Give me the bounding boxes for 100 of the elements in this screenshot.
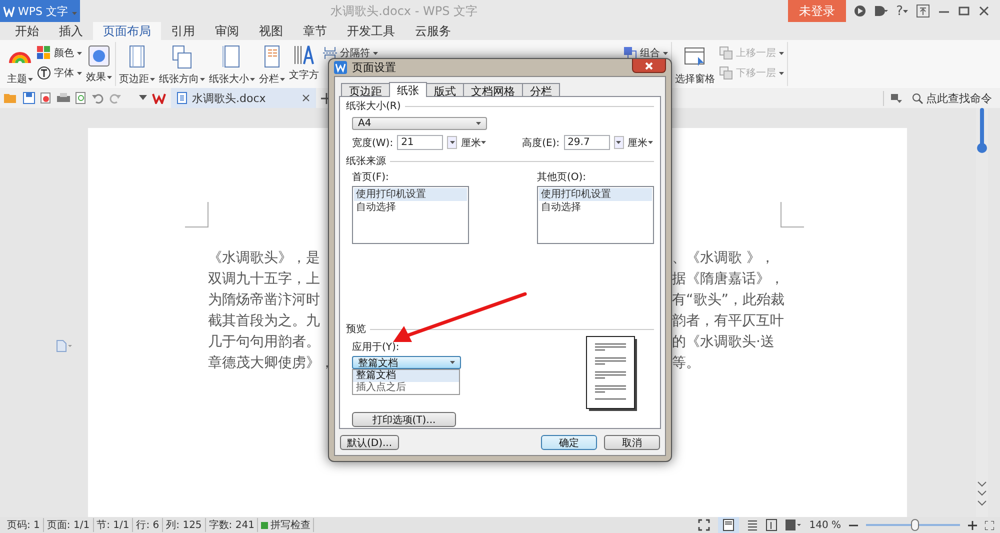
undo-icon[interactable] xyxy=(92,92,104,104)
field-label: 首页(F): xyxy=(352,171,389,184)
status-text: 页面: 1/1 xyxy=(44,518,94,532)
close-icon[interactable] xyxy=(302,94,310,102)
ribbon-tab[interactable]: 引用 xyxy=(161,22,205,40)
app-logo-icon xyxy=(3,5,15,17)
ribbon-tab[interactable]: 章节 xyxy=(293,22,337,40)
dialog-tab[interactable]: 文档网格 xyxy=(463,83,523,96)
reading-view-icon[interactable] xyxy=(766,519,778,531)
list-box[interactable]: 使用打印机设置 自动选择 xyxy=(537,186,654,244)
app-logo-icon[interactable] xyxy=(152,92,166,104)
maximize-icon[interactable] xyxy=(958,5,970,17)
close-icon[interactable] xyxy=(978,5,990,17)
status-text: 行: 6 xyxy=(133,518,164,532)
dialog-tab[interactable]: 分栏 xyxy=(522,83,560,96)
caret-icon[interactable] xyxy=(139,95,147,101)
dialog-button[interactable]: 确定 xyxy=(541,434,597,450)
fullscreen-icon[interactable] xyxy=(985,520,994,530)
ribbon-button[interactable]: 页边距 xyxy=(119,42,155,89)
help-button[interactable]: ? xyxy=(896,4,908,18)
page-icon xyxy=(222,45,242,69)
unit-dropdown[interactable]: 厘米 xyxy=(461,136,486,150)
section-label: 预览 xyxy=(346,323,366,336)
ribbon-button[interactable]: 主题 xyxy=(7,42,33,89)
app-menu-button[interactable]: WPS 文字 xyxy=(0,0,80,22)
page-break-icon xyxy=(323,46,337,60)
list-item[interactable]: 使用打印机设置 xyxy=(354,188,467,201)
ribbon-button[interactable]: 分栏 xyxy=(259,42,285,89)
caret-icon xyxy=(450,361,455,364)
view-button[interactable] xyxy=(718,517,740,533)
dialog-tab[interactable]: 页边距 xyxy=(341,83,390,96)
ribbon-button[interactable]: 分隔符 xyxy=(323,46,378,60)
status-text: 页码: 1 xyxy=(4,518,44,532)
corner-mark xyxy=(780,202,804,228)
dropdown-option[interactable]: 整篇文档 xyxy=(353,370,459,382)
export-icon[interactable] xyxy=(40,92,52,104)
ribbon-tab[interactable]: 插入 xyxy=(49,22,93,40)
ribbon-button[interactable]: 纸张大小 xyxy=(209,42,255,89)
filter-icon[interactable] xyxy=(890,92,902,104)
document-text: 《水调歌头》，是 xyxy=(208,249,320,268)
ribbon-button[interactable]: 颜色 xyxy=(37,46,82,60)
circled-t-icon xyxy=(37,66,51,80)
document-text: 、《水调歌 》， xyxy=(672,249,774,268)
ribbon-button[interactable]: 效果 xyxy=(86,42,112,87)
dialog-button[interactable]: 默认(D)... xyxy=(340,434,400,450)
ribbon-button[interactable]: 文字方 xyxy=(289,42,319,85)
corner-mark xyxy=(185,202,209,228)
print-options-button[interactable]: 打印选项(T)... xyxy=(352,412,456,427)
list-item[interactable]: 自动选择 xyxy=(539,201,652,214)
ribbon-button[interactable]: 字体 xyxy=(37,66,82,80)
unit-dropdown[interactable]: 厘米 xyxy=(628,136,653,150)
document-icon xyxy=(177,92,188,104)
document-text: 双调九十五字，上 xyxy=(208,270,320,289)
layer-icon xyxy=(719,46,733,60)
spinner-icon[interactable] xyxy=(447,136,458,149)
spinner-icon[interactable] xyxy=(614,136,624,149)
ribbon-tab[interactable]: 开发工具 xyxy=(337,22,405,40)
zoom-percent: 140 % xyxy=(809,520,841,530)
document-text: 据《隋唐嘉话》， xyxy=(672,270,784,289)
width-field[interactable]: 21 xyxy=(397,135,444,150)
caret-icon xyxy=(616,141,622,144)
command-search-field[interactable]: 点此查找命令 xyxy=(926,90,992,106)
apply-to-select[interactable]: 整篇文档 xyxy=(352,356,461,369)
save-icon[interactable] xyxy=(23,92,35,104)
dialog-tab[interactable]: 版式 xyxy=(426,83,464,96)
layer-icon xyxy=(719,66,733,80)
outline-view-icon[interactable] xyxy=(747,519,758,531)
ribbon-tab[interactable]: 视图 xyxy=(249,22,293,40)
paper-size-select[interactable]: A4 xyxy=(352,117,487,130)
section-label: 纸张来源 xyxy=(346,154,386,168)
rainbow-icon xyxy=(9,51,31,63)
caret-icon xyxy=(481,141,486,144)
ribbon-tab[interactable]: 云服务 xyxy=(405,22,461,40)
fit-screen-icon[interactable] xyxy=(698,519,710,531)
list-box[interactable]: 使用打印机设置 自动选择 xyxy=(352,186,469,244)
search-icon xyxy=(912,92,923,104)
list-item[interactable]: 使用打印机设置 xyxy=(539,188,652,201)
field-label: 宽度(W): xyxy=(352,136,394,150)
close-button[interactable] xyxy=(632,59,666,73)
document-tab[interactable]: 水调歌头.docx xyxy=(171,88,316,108)
print-preview-icon[interactable] xyxy=(75,92,87,104)
printer-icon[interactable] xyxy=(57,92,70,104)
height-field[interactable]: 29.7 xyxy=(564,135,610,150)
dialog-title: 页面设置 xyxy=(352,60,396,75)
zoom-slider-thumb[interactable] xyxy=(910,519,919,531)
dialog-button[interactable]: 取消 xyxy=(604,434,660,450)
zoom-in-icon[interactable] xyxy=(968,520,977,530)
document-text: 有“歌头”，此殆裁 xyxy=(672,291,785,310)
document-text: 等。 xyxy=(672,354,700,373)
document-text: 为隋炀帝凿汴河时 xyxy=(208,291,320,310)
list-item[interactable]: 自动选择 xyxy=(354,201,467,214)
ribbon-tab[interactable]: 页面布局 xyxy=(93,22,161,40)
ribbon-tab[interactable]: 审阅 xyxy=(205,22,249,40)
dialog-tab[interactable]: 纸张 xyxy=(389,82,427,97)
ribbon-tab[interactable]: 开始 xyxy=(5,22,49,40)
ribbon-button[interactable]: 选择窗格 xyxy=(675,42,715,89)
spell-check-status[interactable]: 拼写检查 xyxy=(258,518,314,532)
pin-icon[interactable] xyxy=(916,4,930,18)
scroll-thumb-icon[interactable] xyxy=(977,108,987,154)
field-label: 其他页(O): xyxy=(537,170,586,184)
